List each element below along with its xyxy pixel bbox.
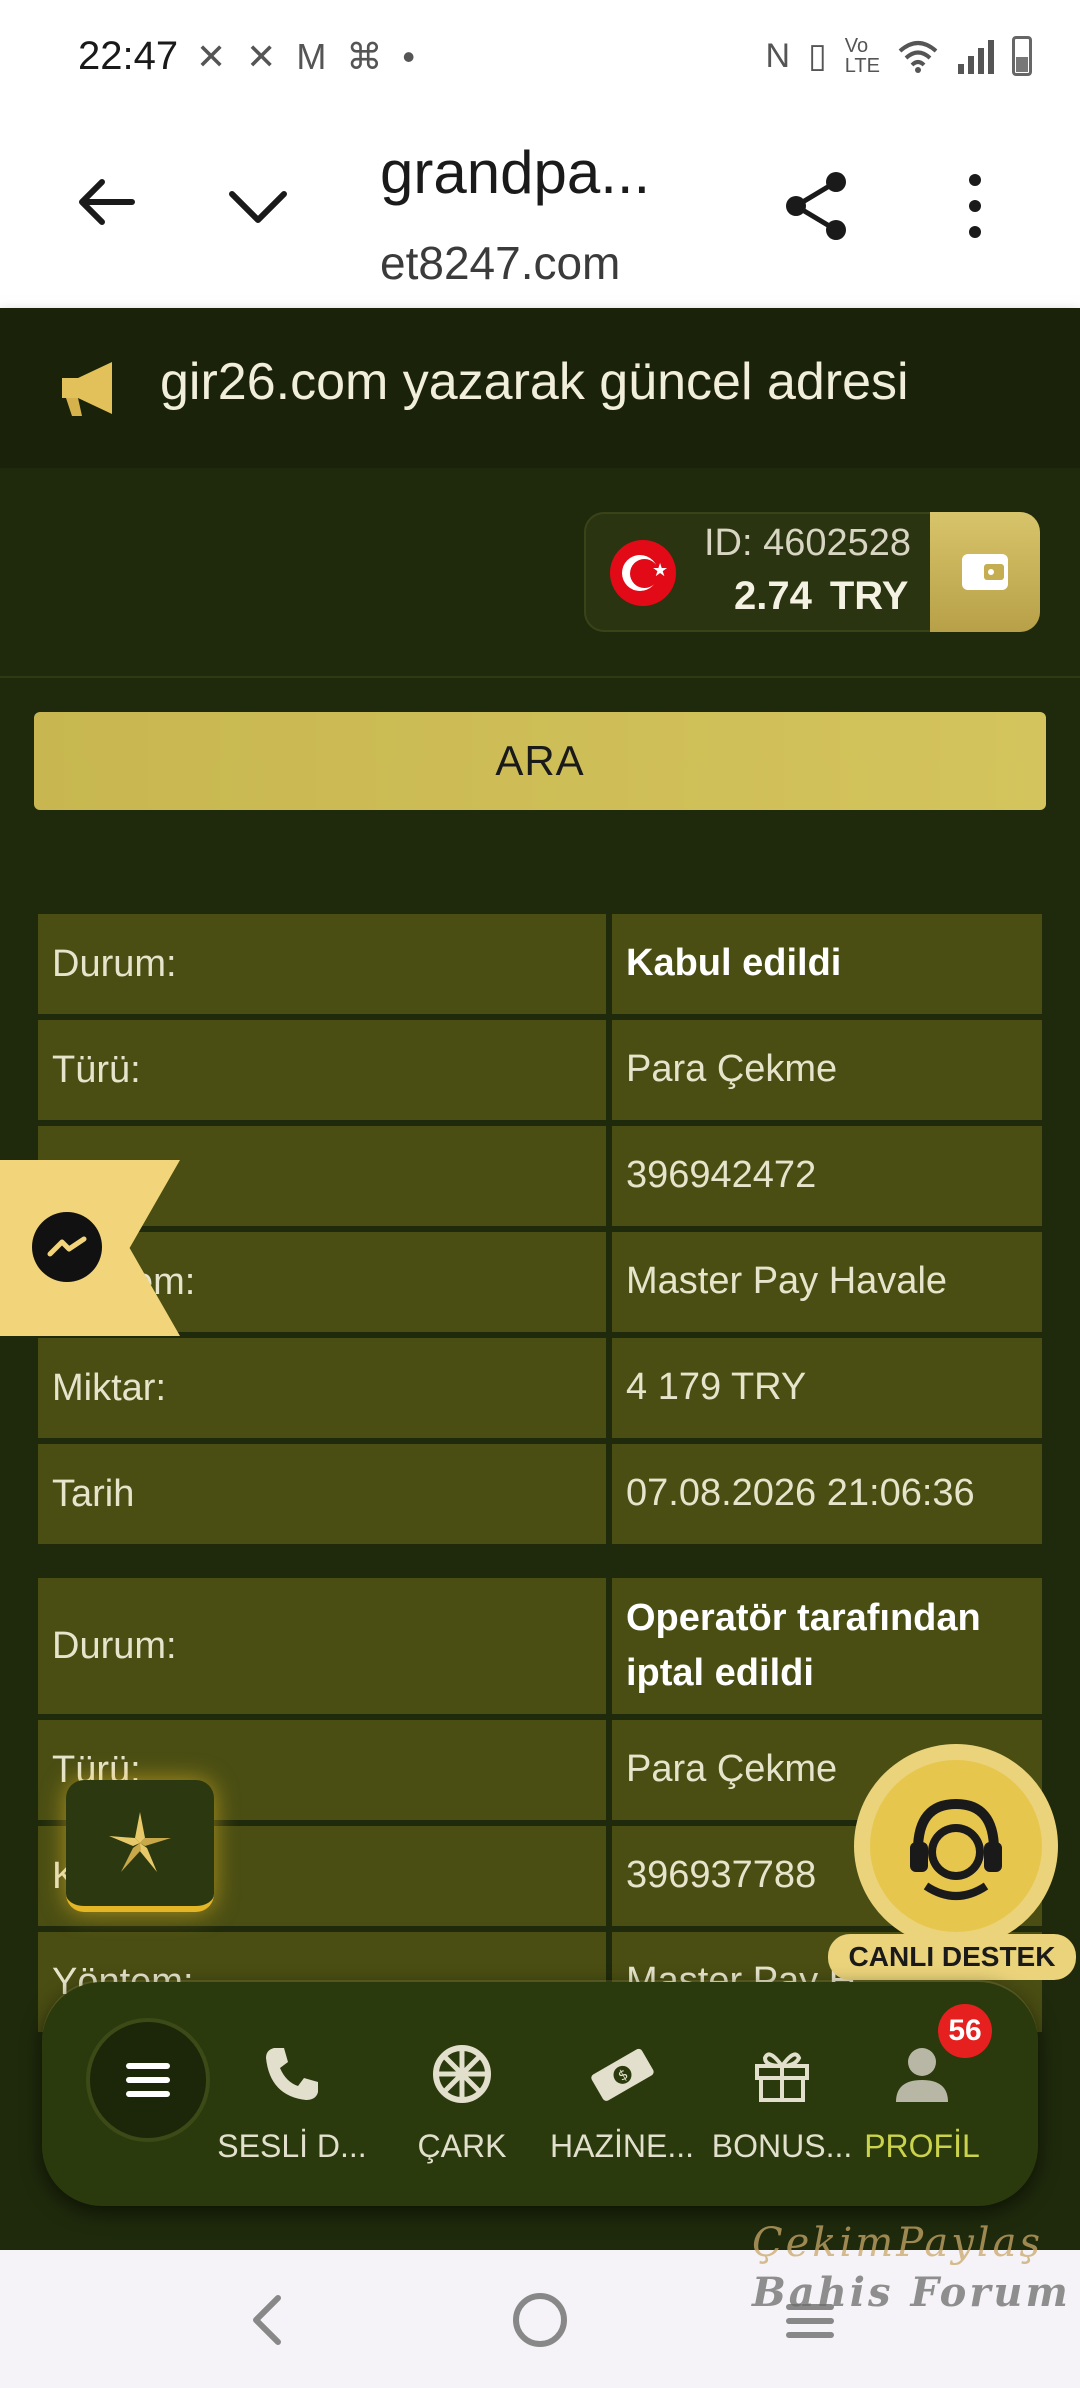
volte-icon: Vo LTE xyxy=(844,35,880,77)
share-icon[interactable] xyxy=(780,168,856,244)
search-button[interactable]: ARA xyxy=(34,712,1046,810)
table-row: Miktar: 4 179 TRY xyxy=(38,1338,1042,1438)
wheel-icon xyxy=(433,2045,491,2103)
chevron-down-icon[interactable] xyxy=(222,170,294,242)
support-agent-icon xyxy=(910,1798,1002,1900)
table-row: em: Master Pay Havale xyxy=(38,1232,1042,1332)
table-row: Tarih 07.08.2026 21:06:36 xyxy=(38,1444,1042,1544)
bottom-nav: SESLİ D... ÇARK $ HAZİNE... BONUS... 56 … xyxy=(42,1982,1038,2206)
notification-x2-icon: ✕ xyxy=(246,36,277,77)
row-label: Durum: xyxy=(38,914,606,1014)
nav-label: PROFİL xyxy=(864,2128,980,2164)
transaction-table-1: Durum: Kabul edildi Türü: Para Çekme 396… xyxy=(38,914,1042,1550)
system-back-icon[interactable] xyxy=(240,2290,300,2350)
table-row: Durum: Operatör tarafından iptal edildi xyxy=(38,1578,1042,1714)
notification-icons: ✕ ✕ M ⌘ • xyxy=(196,36,415,78)
signal-icon xyxy=(958,40,994,74)
live-support-label: CANLI DESTEK xyxy=(828,1934,1076,1980)
nav-item-treasure[interactable]: $ HAZİNE... xyxy=(542,2034,702,2165)
system-status-icons: N ▯ Vo LTE xyxy=(766,36,1032,76)
browser-toolbar: grandpa... et8247.com xyxy=(0,118,1080,308)
gmail-icon: M xyxy=(296,36,327,77)
gift-icon xyxy=(755,2052,809,2102)
phone-icon xyxy=(266,2048,318,2100)
pinwheel-star-icon xyxy=(109,1812,171,1872)
hamburger-icon xyxy=(126,2063,170,2097)
wifi-icon xyxy=(898,41,938,73)
account-pill[interactable]: ★ ID: 4602528 2.74 TRY xyxy=(584,512,1040,632)
row-value: Operatör tarafından iptal edildi xyxy=(612,1578,1042,1714)
balance-currency: TRY xyxy=(829,574,909,618)
user-icon xyxy=(896,2048,948,2102)
wallet-icon xyxy=(962,554,1008,590)
live-support-button[interactable]: CANLI DESTEK xyxy=(828,1740,1076,1980)
row-label: Türü: xyxy=(38,1020,606,1120)
back-arrow-icon[interactable] xyxy=(70,166,142,238)
table-row: Durum: Kabul edildi xyxy=(38,914,1042,1014)
account-bar: ★ ID: 4602528 2.74 TRY xyxy=(0,468,1080,678)
notification-badge: 56 xyxy=(938,2004,992,2058)
account-balance: 2.74 TRY xyxy=(734,574,908,619)
nav-label: ÇARK xyxy=(417,2128,507,2164)
row-value: Master Pay Havale xyxy=(612,1232,1042,1332)
nav-item-voice-support[interactable]: SESLİ D... xyxy=(212,2034,372,2165)
status-bar: 22:47 ✕ ✕ M ⌘ • N ▯ Vo LTE xyxy=(0,0,1080,118)
row-value: 07.08.2026 21:06:36 xyxy=(612,1444,1042,1544)
money-icon: $ xyxy=(591,2048,654,2101)
table-row: Türü: Para Çekme xyxy=(38,1020,1042,1120)
announcement-bar: gir26.com yazarak güncel adresi xyxy=(0,308,1080,468)
notification-x-icon: ✕ xyxy=(196,36,227,77)
wallet-button[interactable] xyxy=(930,512,1040,632)
wheat-icon: ⌘ xyxy=(346,36,383,77)
nav-label: SESLİ D... xyxy=(217,2128,367,2164)
table-row: 396942472 xyxy=(38,1126,1042,1226)
featured-button[interactable] xyxy=(66,1780,214,1912)
account-id: ID: 4602528 xyxy=(704,522,912,564)
menu-button[interactable] xyxy=(86,2018,210,2142)
system-home-icon[interactable] xyxy=(510,2290,570,2350)
nav-item-profile[interactable]: 56 PROFİL xyxy=(842,2004,1002,2165)
row-label: Durum: xyxy=(38,1578,606,1714)
row-value: 4 179 TRY xyxy=(612,1338,1042,1438)
row-value: 396942472 xyxy=(612,1126,1042,1226)
dot-icon: • xyxy=(402,36,415,77)
nav-label: HAZİNE... xyxy=(549,2128,694,2164)
watermark: ÇekimPaylaş Bahis Forum xyxy=(752,2218,1071,2318)
more-menu-icon[interactable] xyxy=(960,168,990,244)
vibrate-icon: ▯ xyxy=(808,37,827,75)
nav-item-bonus[interactable]: BONUS... xyxy=(702,2034,862,2165)
row-label: Miktar: xyxy=(38,1338,606,1438)
watermark-line-1: ÇekimPaylaş xyxy=(752,2220,1043,2266)
turkey-flag-icon: ★ xyxy=(610,540,676,606)
battery-icon xyxy=(1012,36,1032,76)
page-title[interactable]: grandpa... xyxy=(380,138,650,207)
page-url[interactable]: et8247.com xyxy=(380,236,620,290)
row-label: Tarih xyxy=(38,1444,606,1544)
megaphone-icon xyxy=(62,362,112,416)
row-value: Kabul edildi xyxy=(612,914,1042,1014)
balance-amount: 2.74 xyxy=(734,574,812,618)
nfc-icon: N xyxy=(765,36,791,75)
announcement-text: gir26.com yazarak güncel adresi xyxy=(160,353,909,411)
row-value: Para Çekme xyxy=(612,1020,1042,1120)
nav-label: BONUS... xyxy=(711,2128,853,2164)
messenger-icon xyxy=(32,1212,102,1282)
status-time: 22:47 xyxy=(78,34,179,78)
nav-item-wheel[interactable]: ÇARK xyxy=(382,2034,542,2165)
watermark-line-2: Bahis Forum xyxy=(752,2269,1071,2316)
